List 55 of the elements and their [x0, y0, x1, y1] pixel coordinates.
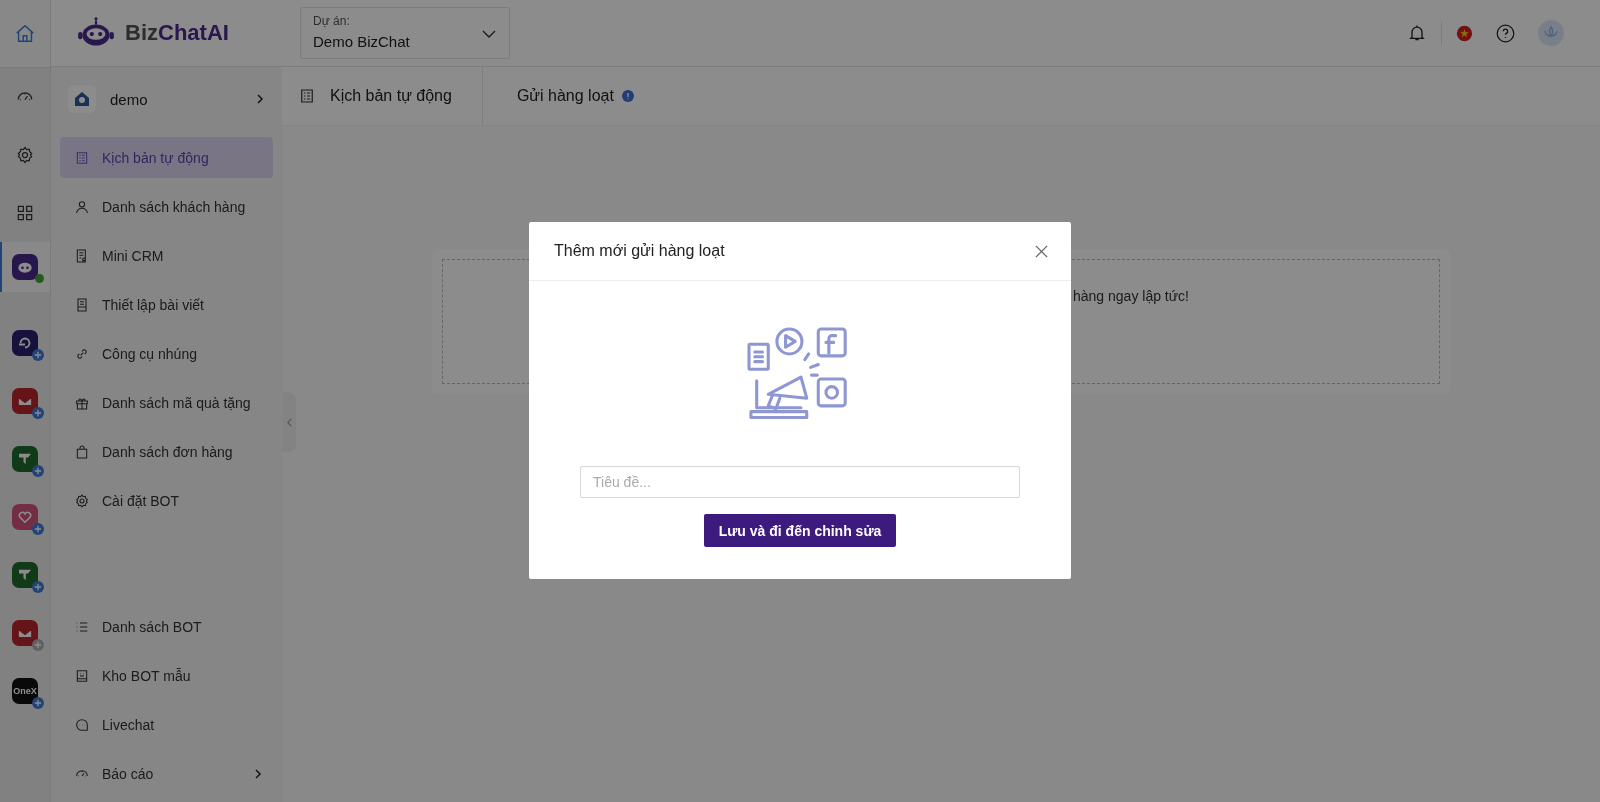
bell-icon[interactable] — [1407, 23, 1427, 43]
bag-icon — [74, 443, 90, 460]
app-icon[interactable]: OneX — [12, 678, 38, 704]
chat-icon — [74, 716, 90, 733]
post-icon — [74, 296, 90, 313]
plus-badge-icon[interactable] — [32, 639, 44, 651]
plus-badge-icon[interactable] — [32, 465, 44, 477]
sidebar-item[interactable]: Kịch bản tự động — [60, 137, 273, 178]
project-select[interactable]: Dự án: Demo BizChat — [300, 7, 510, 59]
plus-badge-icon[interactable] — [32, 407, 44, 419]
document-icon — [298, 87, 316, 105]
help-icon[interactable] — [1495, 22, 1516, 44]
plus-badge-icon[interactable] — [32, 349, 44, 361]
breadcrumb-item[interactable]: Gửi hàng loạt — [516, 87, 614, 105]
sidebar-item[interactable]: Kho BOT mẫu — [60, 655, 273, 696]
sidebar-item[interactable]: Mini CRM — [60, 235, 273, 276]
bot-avatar-icon — [68, 85, 96, 113]
template-icon — [74, 667, 90, 684]
app-icon[interactable] — [12, 504, 38, 530]
sidebar-item[interactable]: Danh sách BOT — [60, 606, 273, 647]
save-and-edit-button[interactable]: Lưu và đi đến chỉnh sửa — [703, 514, 897, 547]
app-icon[interactable] — [12, 446, 38, 472]
plus-badge-icon[interactable] — [32, 523, 44, 535]
card-text: hàng ngay lập tức! — [1073, 288, 1189, 306]
doc-icon — [74, 149, 90, 166]
sidebar-item[interactable]: Danh sách mã quà tặng — [60, 382, 273, 423]
sidebar-item[interactable]: Danh sách khách hàng — [60, 186, 273, 227]
home-icon[interactable] — [14, 22, 36, 45]
app-icon[interactable] — [12, 562, 38, 588]
sidebar-item[interactable]: Công cụ nhúng — [60, 333, 273, 374]
logo-text: BizChatAI — [125, 20, 229, 46]
plus-badge-icon[interactable] — [32, 581, 44, 593]
sidebar-item[interactable]: Danh sách đơn hàng — [60, 431, 273, 472]
chevron-right-icon — [255, 94, 265, 104]
bot-selector[interactable]: demo — [60, 67, 273, 131]
user-icon — [74, 198, 90, 215]
app-icon[interactable] — [12, 620, 38, 646]
title-input-field[interactable]: Tiêu đề... — [580, 466, 1020, 498]
sidebar-item[interactable]: Livechat — [60, 704, 273, 745]
sidebar-item[interactable]: Thiết lập bài viết — [60, 284, 273, 325]
collapse-handle[interactable] — [282, 392, 296, 452]
settings-icon — [74, 492, 90, 509]
modal-title: Thêm mới gửi hàng loạt — [554, 242, 725, 260]
close-icon[interactable] — [1034, 243, 1049, 259]
app-icon[interactable] — [12, 254, 38, 280]
grid-icon[interactable] — [15, 203, 35, 223]
breadcrumb-item[interactable]: Kịch bản tự động — [330, 67, 483, 125]
app-icon[interactable] — [12, 388, 38, 414]
sidebar-item[interactable]: Báo cáo — [60, 753, 273, 794]
sidebar-item[interactable]: Cài đặt BOT — [60, 480, 273, 521]
info-icon[interactable] — [621, 90, 634, 102]
settings-icon[interactable] — [15, 145, 35, 165]
flag-icon[interactable] — [1456, 24, 1473, 42]
plus-badge-icon[interactable] — [32, 697, 44, 709]
app-icon[interactable] — [12, 330, 38, 356]
